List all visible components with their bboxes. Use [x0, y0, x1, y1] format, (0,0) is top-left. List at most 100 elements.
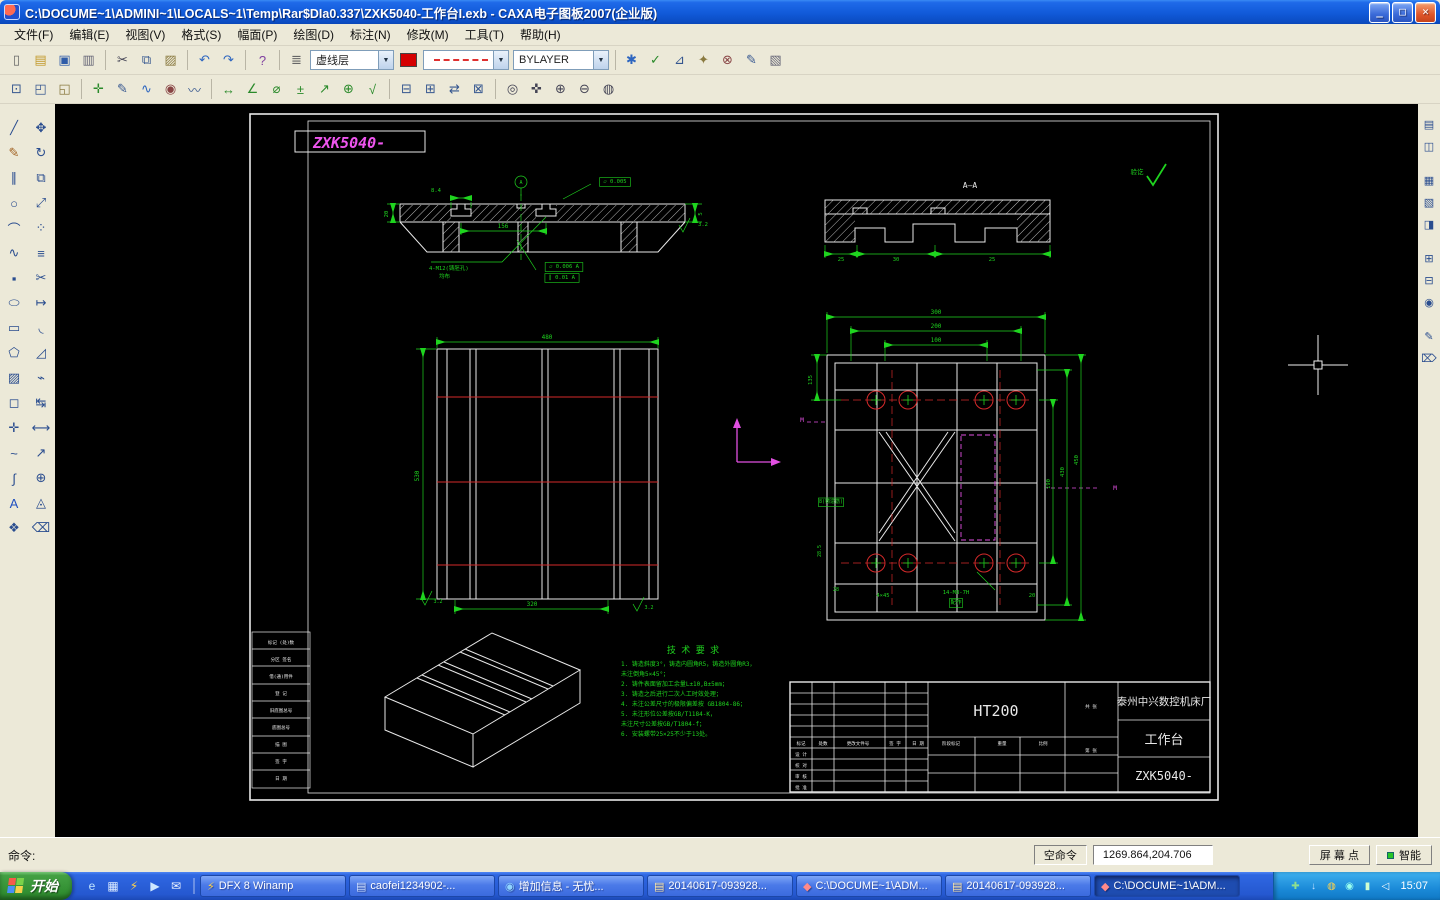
point-icon[interactable]: ▪	[2, 266, 26, 290]
circle-icon[interactable]: ○	[2, 191, 26, 215]
menu-item-8[interactable]: 工具(T)	[457, 24, 512, 45]
ellipse-icon[interactable]: ⬭	[2, 291, 26, 315]
text-tool-icon[interactable]: ✎	[111, 78, 134, 101]
messenger-tray-icon[interactable]: ◉	[1342, 879, 1356, 893]
redo-icon[interactable]: ↷	[217, 49, 240, 72]
calc-panel-icon[interactable]: ⊞	[1419, 248, 1439, 268]
close-button[interactable]: ✕	[1415, 2, 1436, 23]
taskbar-button[interactable]: ◆C:\DOCUME~1\ADM...	[1094, 875, 1240, 897]
chevron-down-icon[interactable]: ▼	[493, 51, 508, 69]
antivirus-tray-icon[interactable]: ✚	[1288, 879, 1302, 893]
centerline-icon[interactable]: ✛	[87, 78, 110, 101]
contour-icon[interactable]: ◻	[2, 391, 26, 415]
zoom-in-icon[interactable]: ⊕	[549, 78, 572, 101]
current-color-swatch[interactable]	[400, 53, 417, 67]
tolerance-frame-icon[interactable]: ⊕	[29, 466, 53, 490]
line-icon[interactable]: ╱	[2, 116, 26, 140]
winamp-icon[interactable]: ⚡	[126, 878, 142, 894]
layer-panel-icon[interactable]: ▦	[1419, 170, 1439, 190]
wave-line-icon[interactable]: ~	[2, 441, 26, 465]
lineweight-icon[interactable]: ⊗	[716, 49, 739, 72]
text-style-icon[interactable]: ◱	[53, 78, 76, 101]
roughness-dim-icon[interactable]: √	[361, 78, 384, 101]
datum-dim-icon[interactable]: ⊕	[337, 78, 360, 101]
delete-panel-icon[interactable]: ⌦	[1419, 348, 1439, 368]
tolerance-dim-icon[interactable]: ±	[289, 78, 312, 101]
erase-icon[interactable]: ⌫	[29, 516, 53, 540]
properties-panel-icon[interactable]: ▤	[1419, 114, 1439, 134]
save-icon[interactable]: ▣	[53, 49, 76, 72]
ortho-mode-icon[interactable]: ✱	[620, 49, 643, 72]
point-tool-icon[interactable]: ◉	[159, 78, 182, 101]
network-tray-icon[interactable]: ▮	[1360, 879, 1374, 893]
spline-icon[interactable]: ∿	[2, 241, 26, 265]
mirror-tool-icon[interactable]: ⇄	[443, 78, 466, 101]
trim-icon[interactable]: ✂	[29, 266, 53, 290]
minimize-button[interactable]: _	[1369, 2, 1390, 23]
show-desktop-icon[interactable]: ▦	[105, 878, 121, 894]
block-icon[interactable]: ❖	[2, 516, 26, 540]
update-tray-icon[interactable]: ◍	[1324, 879, 1338, 893]
fillet-icon[interactable]: ◟	[29, 316, 53, 340]
linetype-preview-dropdown[interactable]: ▼	[423, 50, 509, 70]
print-icon[interactable]: ▥	[77, 49, 100, 72]
frame-settings-icon[interactable]: ⊡	[5, 78, 28, 101]
stretch-icon[interactable]: ↹	[29, 391, 53, 415]
ie-icon[interactable]: e	[84, 878, 100, 894]
leader-icon[interactable]: ↗	[29, 441, 53, 465]
menu-item-2[interactable]: 视图(V)	[117, 24, 173, 45]
taskbar-button[interactable]: ▤20140617-093928...	[647, 875, 793, 897]
help-icon[interactable]: ?	[251, 49, 274, 72]
edit-panel-icon[interactable]: ✎	[1419, 326, 1439, 346]
spline-tool-icon[interactable]: ∿	[135, 78, 158, 101]
cut-icon[interactable]: ✂	[111, 49, 134, 72]
taskbar-button[interactable]: ◉增加信息 - 无忧...	[498, 875, 644, 897]
extend-icon[interactable]: ↦	[29, 291, 53, 315]
drawing-canvas[interactable]: ZXK5040-1568.42054-M12(铸胚孔)均布▱ 0.006 A∥ …	[55, 104, 1418, 837]
trim-tool-icon[interactable]: ⊟	[395, 78, 418, 101]
layer-manager-icon[interactable]: ≣	[285, 49, 308, 72]
datum-icon[interactable]: ◬	[29, 491, 53, 515]
linetype-dropdown[interactable]: BYLAYER ▼	[513, 50, 609, 70]
media-player-icon[interactable]: ▶	[147, 878, 163, 894]
zoom-out-icon[interactable]: ⊖	[573, 78, 596, 101]
chevron-down-icon[interactable]: ▼	[378, 51, 393, 69]
menu-item-4[interactable]: 幅面(P)	[229, 24, 285, 45]
copy-icon[interactable]: ⧉	[135, 49, 158, 72]
taskbar-button[interactable]: ▤caofei1234902-...	[349, 875, 495, 897]
menu-item-7[interactable]: 修改(M)	[399, 24, 457, 45]
edit-mode-icon[interactable]: ✎	[740, 49, 763, 72]
menu-item-0[interactable]: 文件(F)	[6, 24, 61, 45]
zoom-window-icon[interactable]: ◎	[501, 78, 524, 101]
parallel-line-icon[interactable]: ∥	[2, 166, 26, 190]
mirror-icon[interactable]: ⧉	[29, 166, 53, 190]
centerline-tool-icon[interactable]: ✛	[2, 416, 26, 440]
dimension-icon[interactable]: ⟷	[29, 416, 53, 440]
blocks-panel-icon[interactable]: ◨	[1419, 214, 1439, 234]
menu-item-1[interactable]: 编辑(E)	[61, 24, 117, 45]
taskbar-button[interactable]: ⚡DFX 8 Winamp	[200, 875, 346, 897]
pencil-icon[interactable]: ✎	[2, 141, 26, 165]
formula-icon[interactable]: ∫	[2, 466, 26, 490]
mail-icon[interactable]: ✉	[168, 878, 184, 894]
maximize-button[interactable]: □	[1392, 2, 1413, 23]
leader-dim-icon[interactable]: ↗	[313, 78, 336, 101]
menu-item-6[interactable]: 标注(N)	[342, 24, 399, 45]
ole-panel-icon[interactable]: ⊟	[1419, 270, 1439, 290]
linear-dim-icon[interactable]: ↔	[217, 78, 240, 101]
angle-dim-icon[interactable]: ∠	[241, 78, 264, 101]
drawing-area[interactable]: ZXK5040-1568.42054-M12(铸胚孔)均布▱ 0.006 A∥ …	[55, 104, 1418, 837]
arc-icon[interactable]: ⌒	[2, 216, 26, 240]
array-icon[interactable]: ⁘	[29, 216, 53, 240]
move-icon[interactable]: ✥	[29, 116, 53, 140]
view-panel-icon[interactable]: ◉	[1419, 292, 1439, 312]
style-panel-icon[interactable]: ▧	[1419, 192, 1439, 212]
zoom-all-icon[interactable]: ◍	[597, 78, 620, 101]
command-prompt-label[interactable]: 命令:	[8, 847, 35, 864]
menu-item-3[interactable]: 格式(S)	[173, 24, 229, 45]
zoom-pan-icon[interactable]: ✜	[525, 78, 548, 101]
break-icon[interactable]: ⌁	[29, 366, 53, 390]
hatch-icon[interactable]: ▨	[2, 366, 26, 390]
polygon-icon[interactable]: ⬠	[2, 341, 26, 365]
title-block-icon[interactable]: ◰	[29, 78, 52, 101]
